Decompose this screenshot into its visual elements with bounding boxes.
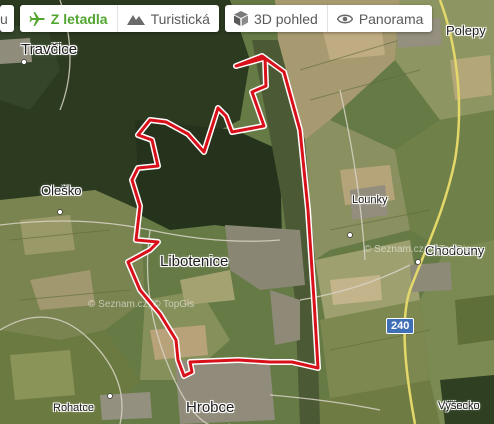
- aerial-map-button[interactable]: Z letadla: [20, 5, 117, 32]
- map-type-button-group: Z letadla Turistická: [19, 5, 219, 32]
- watermark-right: © Seznam.cz, © TopGis: [364, 244, 471, 255]
- watermark-left: © Seznam.cz, © TopGis: [88, 299, 195, 310]
- 3d-view-button[interactable]: 3D pohled: [225, 5, 327, 32]
- place-label-lounky: Lounky: [352, 194, 388, 206]
- airplane-icon: [29, 11, 45, 27]
- eye-icon: [336, 13, 353, 25]
- map-type-toolbar: u Z letadla Turistická 3D pohled Panoram…: [0, 5, 433, 32]
- 3d-view-label: 3D pohled: [253, 10, 318, 27]
- place-label-vysecko: Výšecko: [438, 400, 480, 412]
- place-label-libotenice: Libotenice: [160, 253, 229, 270]
- place-label-travcice: Travčice: [21, 41, 78, 58]
- place-label-rohatce: Rohatce: [53, 402, 94, 414]
- place-label-polepy: Polepy: [446, 23, 486, 38]
- partial-map-type-label: u: [0, 10, 8, 27]
- tourist-map-button[interactable]: Turistická: [116, 5, 219, 32]
- tourist-map-label: Turistická: [150, 10, 210, 27]
- place-label-hrobce: Hrobce: [186, 399, 235, 416]
- mountain-icon: [126, 12, 145, 26]
- view-button-group: 3D pohled Panorama: [224, 5, 433, 32]
- panorama-button[interactable]: Panorama: [326, 5, 433, 32]
- place-label-olesko: Oleško: [41, 183, 82, 198]
- partial-button-group: u: [0, 5, 14, 32]
- partial-map-type-button[interactable]: u: [0, 5, 14, 32]
- aerial-map[interactable]: [0, 0, 494, 424]
- cube-icon: [233, 11, 248, 26]
- panorama-label: Panorama: [358, 10, 424, 27]
- aerial-map-label: Z letadla: [50, 10, 108, 27]
- road-number-shield: 240: [386, 318, 415, 334]
